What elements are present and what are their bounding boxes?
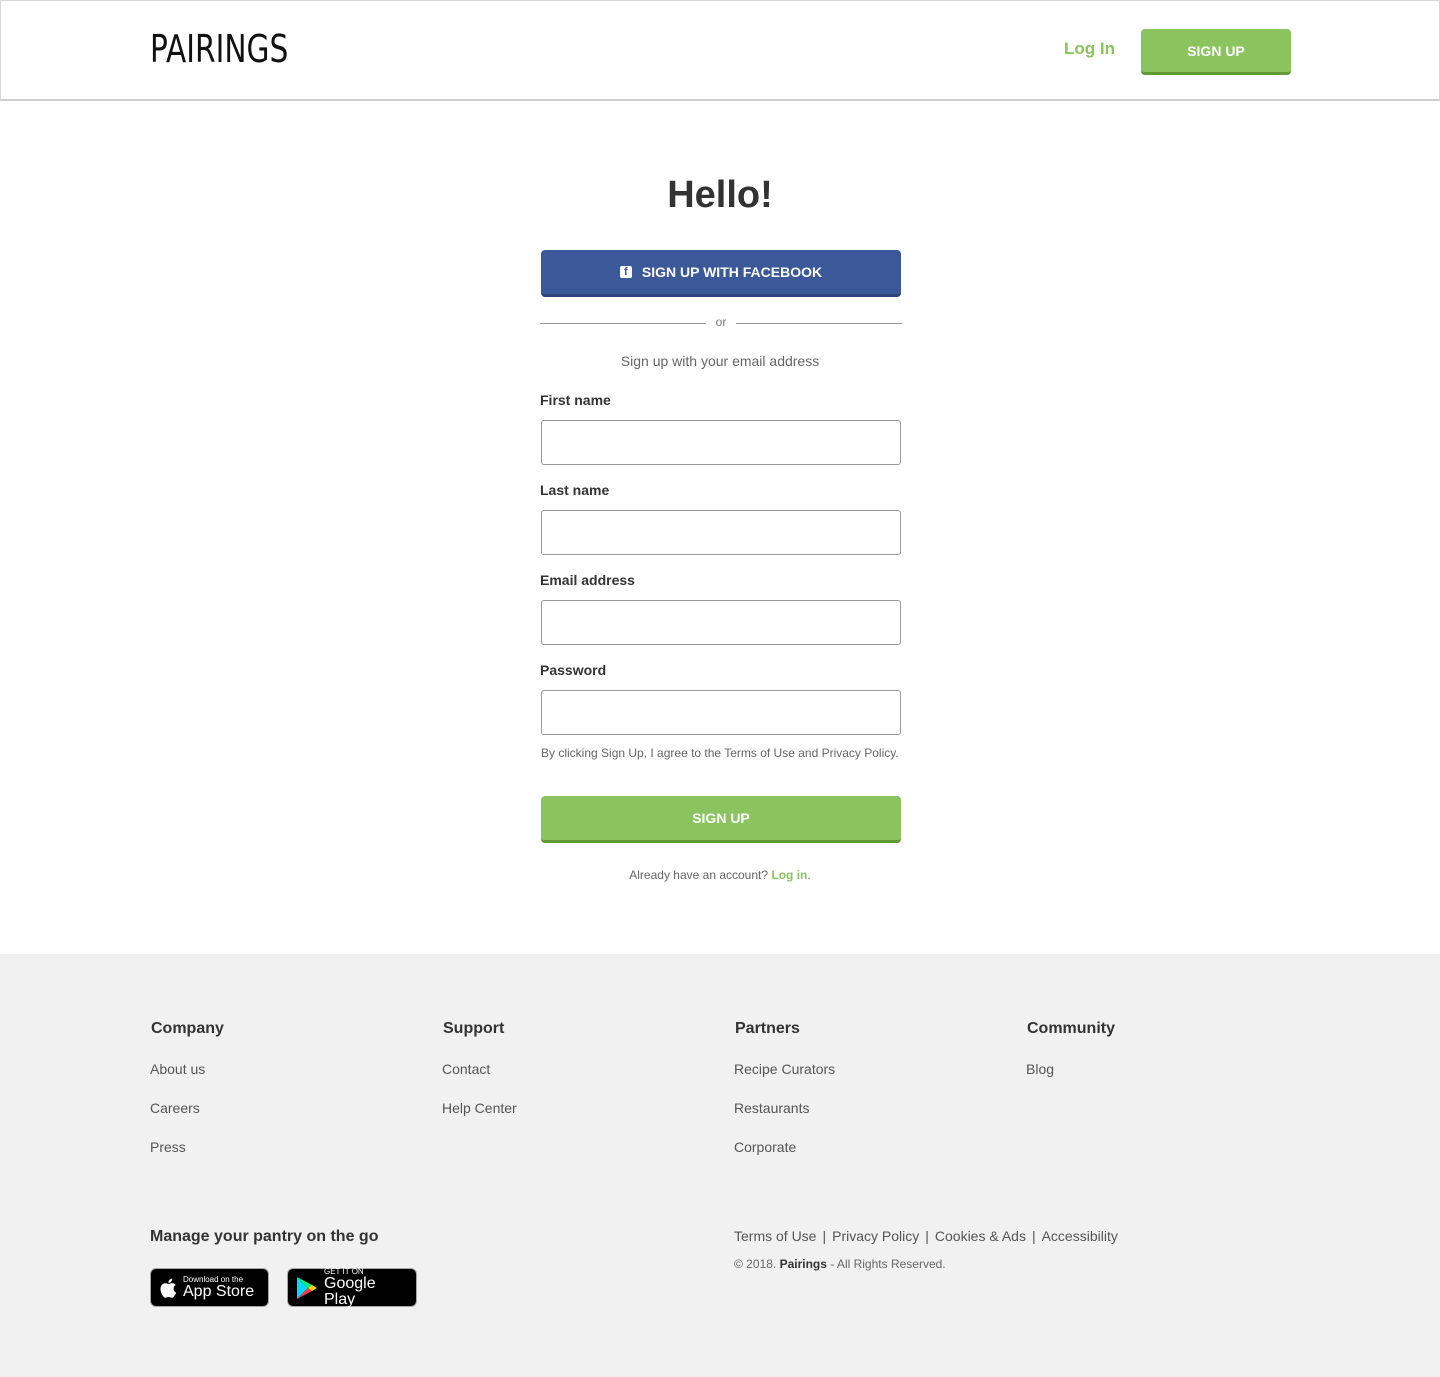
facebook-signup-label: SIGN UP WITH FACEBOOK [641, 264, 823, 280]
separator: | [1031, 1228, 1036, 1244]
facebook-signup-button[interactable]: f SIGN UP WITH FACEBOOK [541, 250, 901, 297]
copyright-prefix: © 2018. [734, 1257, 777, 1271]
facebook-icon: f [619, 266, 632, 278]
footer-link-restaurants[interactable]: Restaurants [734, 1099, 994, 1138]
footer-heading: Support [443, 1020, 505, 1037]
last-name-label: Last name [540, 482, 610, 498]
footer-column-partners: Partners Recipe Curators Restaurants Cor… [734, 1020, 994, 1177]
separator: | [822, 1228, 827, 1244]
app-store-text: Download on the App Store [183, 1275, 255, 1300]
first-name-label: First name [540, 392, 611, 408]
email-field[interactable] [541, 600, 901, 645]
email-signup-hint: Sign up with your email address [620, 353, 820, 369]
accessibility-link[interactable]: Accessibility [1042, 1228, 1118, 1244]
footer-link-careers[interactable]: Careers [150, 1099, 410, 1138]
footer-link-recipe-curators[interactable]: Recipe Curators [734, 1060, 994, 1099]
pantry-heading: Manage your pantry on the go [150, 1228, 379, 1245]
divider-text: or [715, 315, 727, 329]
footer-heading: Community [1027, 1020, 1115, 1037]
password-field[interactable] [541, 690, 901, 735]
pairings-logo[interactable]: PAIRINGS [150, 27, 288, 71]
signup-submit-button[interactable]: SIGN UP [541, 796, 901, 843]
footer-link-about-us[interactable]: About us [150, 1060, 410, 1099]
terms-notice: By clicking Sign Up, I agree to the Term… [541, 746, 899, 760]
footer-link-help-center[interactable]: Help Center [442, 1099, 702, 1138]
footer-link-contact[interactable]: Contact [442, 1060, 702, 1099]
privacy-policy-link[interactable]: Privacy Policy [832, 1228, 919, 1244]
app-store-big-text: App Store [183, 1282, 255, 1300]
footer-link-blog[interactable]: Blog [1026, 1060, 1286, 1099]
google-play-badge[interactable]: GET IT ON Google Play [287, 1267, 417, 1308]
copyright-brand: Pairings [779, 1257, 827, 1271]
first-name-field[interactable] [541, 420, 901, 465]
already-text: Already have an account? [629, 868, 769, 882]
cookies-ads-link[interactable]: Cookies & Ads [935, 1228, 1026, 1244]
last-name-field[interactable] [541, 510, 901, 555]
google-play-big-text: Google Play [324, 1274, 376, 1308]
footer-link-corporate[interactable]: Corporate [734, 1138, 994, 1177]
already-have-account: Already have an account? Log in. [0, 868, 1440, 882]
footer-column-support: Support Contact Help Center [442, 1020, 702, 1138]
footer-column-community: Community Blog [1026, 1020, 1286, 1099]
footer-link-press[interactable]: Press [150, 1138, 410, 1177]
copyright: © 2018. Pairings - All Rights Reserved. [734, 1257, 946, 1271]
password-label: Password [540, 662, 607, 678]
google-play-icon [296, 1276, 318, 1300]
separator: | [925, 1228, 929, 1244]
site-header: PAIRINGS Log In SIGN UP [0, 0, 1440, 101]
apple-icon [159, 1278, 177, 1298]
footer-heading: Partners [735, 1020, 800, 1037]
terms-of-use-link[interactable]: Terms of Use [734, 1228, 816, 1244]
legal-links: Terms of Use | Privacy Policy | Cookies & Ad… [734, 1228, 1118, 1244]
site-footer: Company About us Careers Press Support C… [0, 954, 1440, 1377]
or-divider: or [540, 314, 902, 332]
email-label: Email address [540, 572, 635, 588]
divider-line-right [736, 323, 902, 324]
footer-column-company: Company About us Careers Press [150, 1020, 410, 1177]
page-title: Hello! [667, 174, 773, 216]
footer-heading: Company [151, 1020, 224, 1037]
app-store-badge[interactable]: Download on the App Store [150, 1268, 269, 1307]
header-signup-button[interactable]: SIGN UP [1141, 29, 1291, 75]
login-link[interactable]: Log in [771, 868, 807, 882]
header-login-link[interactable]: Log In [1064, 39, 1115, 59]
already-suffix: . [807, 868, 811, 882]
google-play-text: GET IT ON Google Play [324, 1267, 408, 1308]
copyright-suffix: - All Rights Reserved. [830, 1257, 946, 1271]
